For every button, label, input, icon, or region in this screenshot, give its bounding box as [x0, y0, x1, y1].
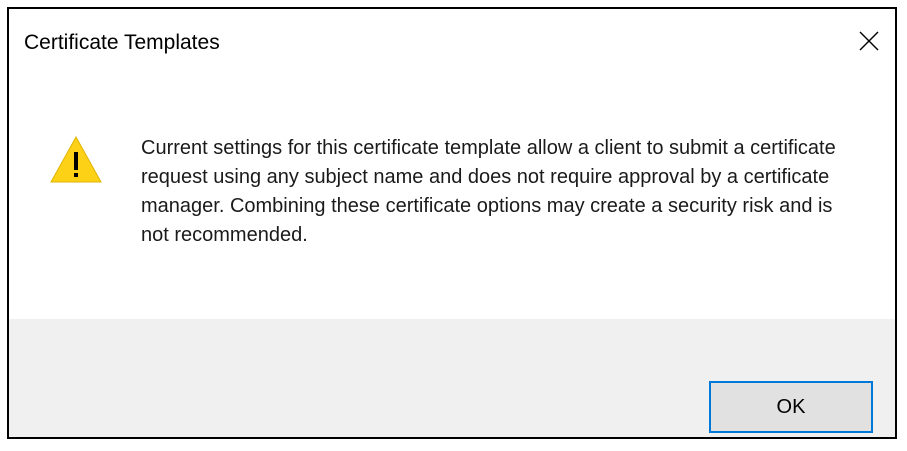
warning-message: Current settings for this certificate te…: [141, 137, 836, 246]
close-icon: [859, 31, 879, 51]
close-button[interactable]: [847, 21, 891, 61]
title-bar: Certificate Templates: [9, 9, 895, 75]
ok-button-label: OK: [776, 395, 806, 418]
button-bar: OK: [9, 319, 895, 437]
warning-icon: [50, 135, 102, 183]
dialog-content: Current settings for this certificate te…: [9, 75, 895, 319]
ok-button[interactable]: OK: [709, 381, 873, 433]
certificate-templates-dialog: Certificate Templates Current settings f…: [7, 7, 897, 439]
dialog-title: Certificate Templates: [24, 31, 220, 54]
